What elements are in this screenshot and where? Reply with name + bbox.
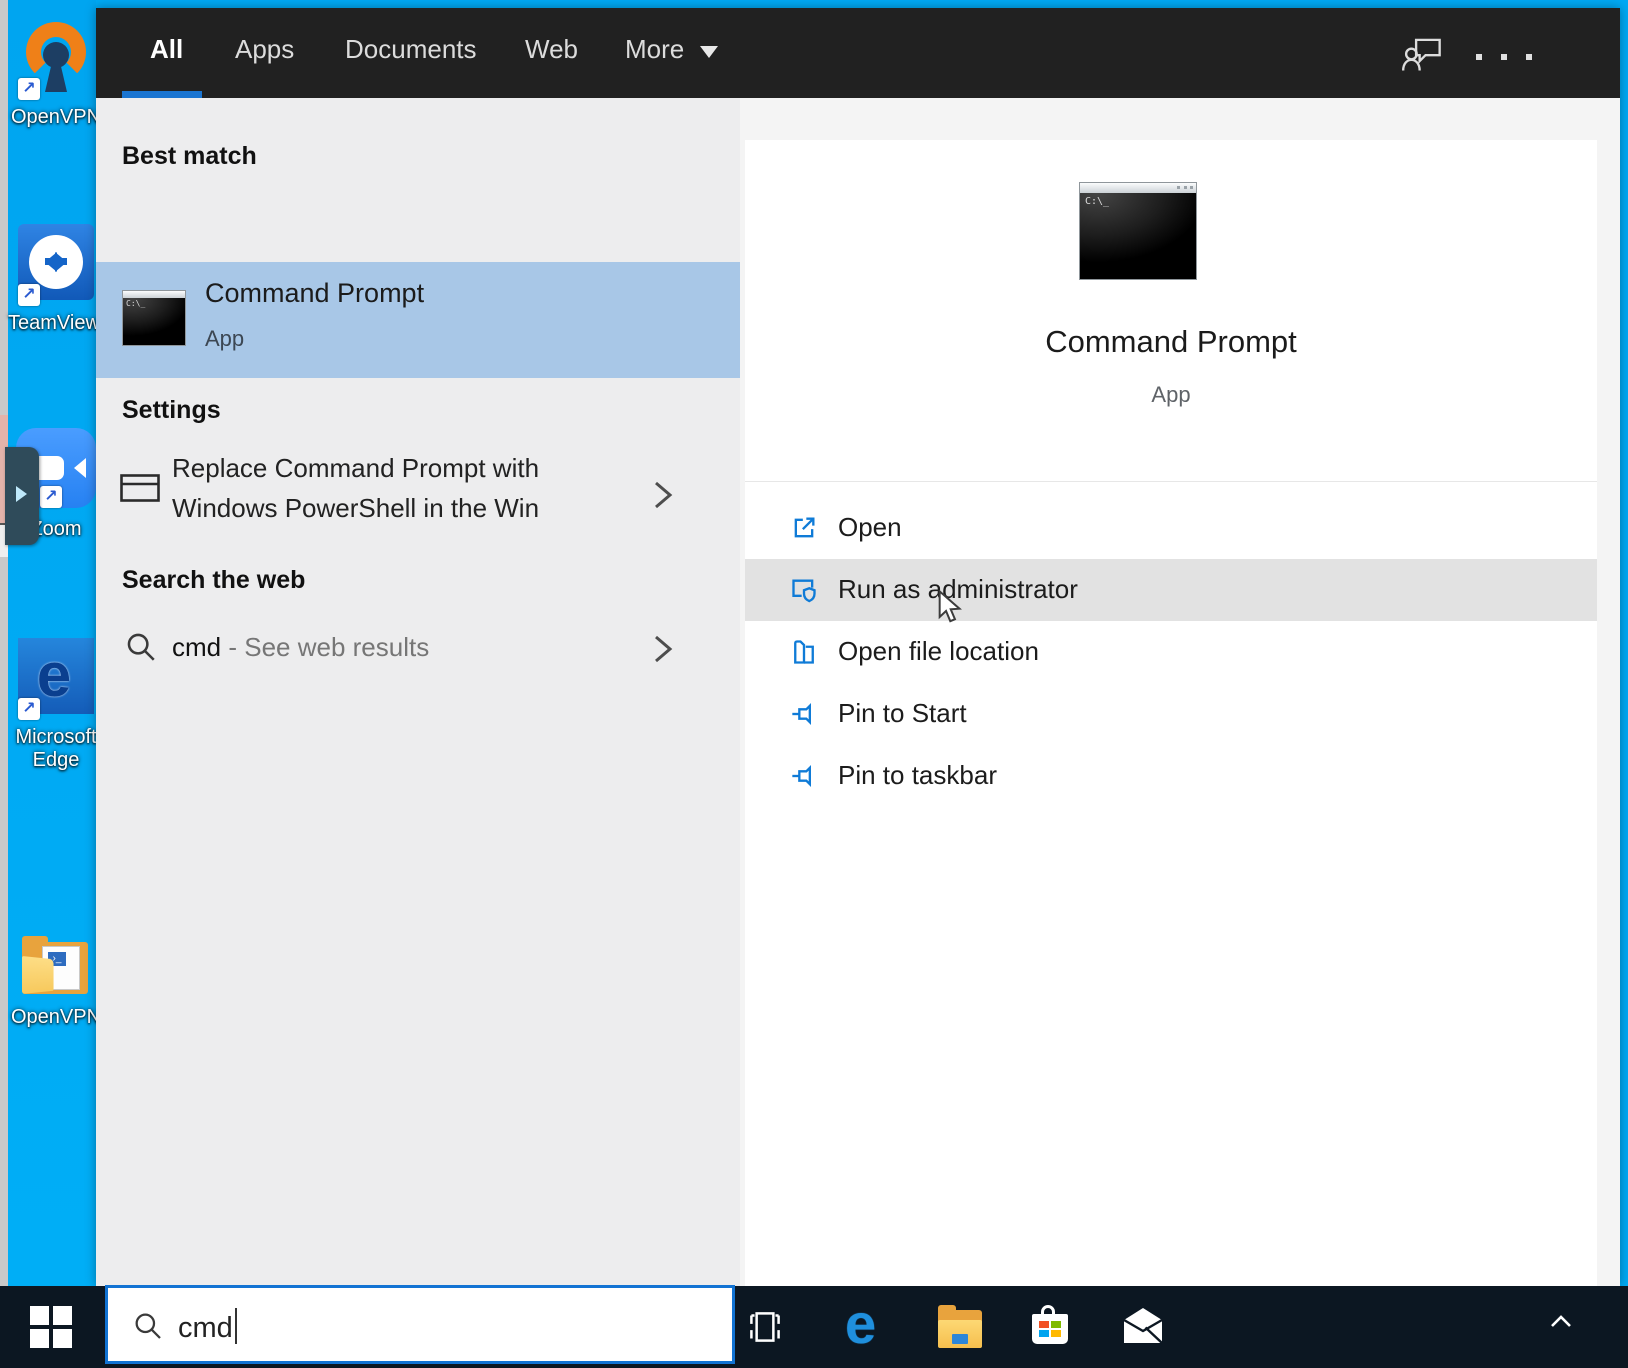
command-prompt-icon: C:\_ [1079,182,1197,280]
shortcut-arrow-icon: ↗ [18,698,40,720]
search-filter-bar: All Apps Documents Web More [96,8,1620,98]
tab-apps[interactable]: Apps [235,34,294,65]
action-pin-to-taskbar[interactable]: Pin to taskbar [745,745,1597,807]
pin-icon [790,700,818,733]
preview-type: App [1151,382,1191,407]
search-flyout-panel: All Apps Documents Web More Best match C… [96,8,1620,1286]
search-input[interactable]: cmd [178,1308,237,1345]
expand-arrow-icon [16,486,35,502]
desktop-icon-teamviewer[interactable]: ↗ TeamViewer [8,222,118,335]
desktop-icon-label: TeamViewer [8,312,118,334]
search-icon [132,1310,164,1347]
tab-web[interactable]: Web [525,34,578,65]
desktop: ↗ OpenVPN ↗ TeamViewer ↗ Zoom e ↗ Micros… [8,0,118,1286]
results-list: Best match C:\_ Command Prompt App Setti… [96,98,740,1286]
result-type: App [205,326,245,351]
openvpn-icon: ↗ [16,16,96,100]
result-command-prompt[interactable]: C:\_ Command Prompt App [96,262,740,378]
section-header-search-web: Search the web [122,566,306,594]
tab-more[interactable]: More [625,34,684,65]
result-web-search-cmd[interactable]: cmd - See web results [96,606,740,690]
action-open-file-location[interactable]: Open file location [745,621,1597,683]
show-hidden-icons-chevron[interactable] [1548,1312,1574,1337]
file-location-icon [790,638,818,671]
preview-title: Command Prompt [1045,324,1297,359]
desktop-icon-microsoft-edge[interactable]: e ↗ Microsoft Edge [8,636,104,772]
command-prompt-icon: C:\_ [122,290,186,346]
desktop-icon-openvpn-folder[interactable]: ›_ OpenVPN [8,930,104,1029]
section-header-settings: Settings [122,396,221,424]
task-view-icon[interactable] [742,1304,788,1355]
desktop-icon-label: Microsoft Edge [15,726,97,771]
folder-icon: ›_ [16,930,96,1000]
mail-icon[interactable] [1120,1304,1166,1353]
taskbar: cmd e [0,1285,1628,1368]
left-edge-strip [0,0,8,1286]
mouse-cursor [936,589,966,629]
pin-icon [790,762,818,795]
edge-icon: e ↗ [16,636,96,720]
result-title: Command Prompt [205,278,425,308]
run-as-admin-icon [790,576,818,609]
active-tab-underline [122,91,202,98]
action-pin-to-start[interactable]: Pin to Start [745,683,1597,745]
shortcut-arrow-icon: ↗ [40,486,62,508]
chevron-right-icon [652,478,674,517]
start-button[interactable] [30,1306,72,1348]
divider [745,481,1597,482]
result-replace-cmd-with-powershell[interactable]: Replace Command Prompt with Windows Powe… [96,434,740,558]
sidebar-flyout-handle[interactable] [5,447,39,545]
preview-pane: C:\_ Command Prompt App Open Run as admi… [745,140,1597,1286]
taskbar-search-box[interactable]: cmd [105,1285,735,1364]
chevron-right-icon [652,632,674,671]
chevron-down-icon[interactable] [700,46,718,67]
shortcut-arrow-icon: ↗ [18,78,40,100]
feedback-icon[interactable] [1402,34,1442,79]
taskbar-settings-icon [120,474,160,507]
open-icon [790,514,818,547]
section-header-best-match: Best match [122,142,257,170]
result-text: Replace Command Prompt with Windows Powe… [172,453,540,523]
shortcut-arrow-icon: ↗ [18,284,40,306]
edge-taskbar-icon[interactable]: e [845,1296,876,1352]
tab-all[interactable]: All [150,34,183,65]
see-more-ellipsis-icon[interactable] [1476,54,1532,60]
search-icon [124,630,158,669]
desktop-icon-label: OpenVPN [10,106,102,128]
desktop-icon-label: OpenVPN [10,1006,102,1028]
screen: ↗ OpenVPN ↗ TeamViewer ↗ Zoom e ↗ Micros… [0,0,1628,1368]
action-run-as-administrator[interactable]: Run as administrator [745,559,1597,621]
action-open[interactable]: Open [745,497,1597,559]
teamviewer-icon: ↗ [16,222,96,306]
result-text: cmd - See web results [172,632,430,662]
desktop-icon-openvpn[interactable]: ↗ OpenVPN [8,16,104,129]
text-caret [234,1308,237,1344]
tab-documents[interactable]: Documents [345,34,477,65]
